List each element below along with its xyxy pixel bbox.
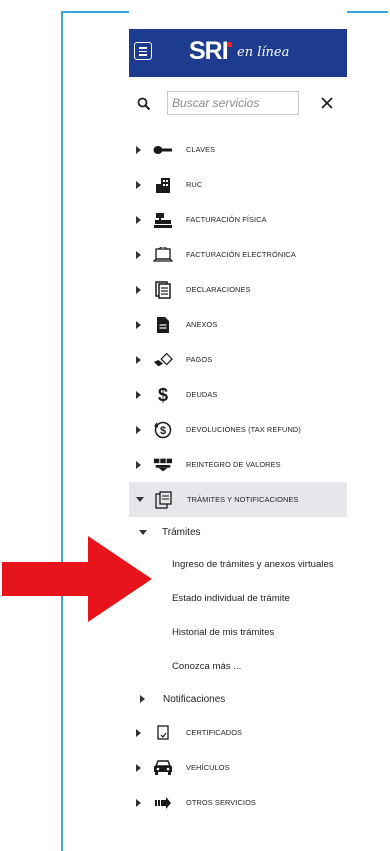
- header-bar: SRI en línea: [129, 29, 347, 77]
- hand-card-icon: [153, 351, 173, 369]
- logo-main: SRI: [189, 37, 229, 65]
- caret-right-icon: [136, 215, 141, 224]
- caret-right-icon: [136, 460, 141, 469]
- menu-item-label: CERTIFICADOS: [186, 728, 243, 737]
- dollar-circle-icon: $: [153, 421, 173, 439]
- menu-item-label: CLAVES: [186, 145, 216, 154]
- side-menu-panel: SRI en línea CLAVES RUC: [129, 0, 347, 837]
- search-row: [129, 88, 347, 122]
- caret-right-icon: [136, 180, 141, 189]
- link-conozca-mas[interactable]: Conozca más ...: [129, 649, 347, 683]
- menu-item-label: FACTURACIÓN ELECTRÓNICA: [186, 250, 296, 259]
- menu-item-devoluciones[interactable]: $ DEVOLUCIONES (TAX REFUND): [129, 412, 347, 447]
- logo-dot: [226, 42, 232, 47]
- submenu-label: Trámites: [162, 526, 201, 538]
- menu-item-label: DEVOLUCIONES (TAX REFUND): [186, 425, 301, 434]
- services-menu: CLAVES RUC FACTURACIÓN FÍSICA FACTURACIÓ…: [129, 132, 347, 820]
- menu-item-label: PAGOS: [186, 355, 213, 364]
- menu-item-facturacion-fisica[interactable]: FACTURACIÓN FÍSICA: [129, 202, 347, 237]
- menu-item-label: DECLARACIONES: [186, 285, 251, 294]
- menu-item-reintegro-valores[interactable]: REINTEGRO DE VALORES: [129, 447, 347, 482]
- caret-right-icon: [136, 425, 141, 434]
- caret-right-icon: [136, 355, 141, 364]
- menu-item-certificados[interactable]: CERTIFICADOS: [129, 715, 347, 750]
- hamburger-icon[interactable]: [134, 42, 152, 60]
- menu-item-deudas[interactable]: $ DEUDAS: [129, 377, 347, 412]
- menu-item-label: ANEXOS: [186, 320, 218, 329]
- menu-item-anexos[interactable]: ANEXOS: [129, 307, 347, 342]
- key-icon: [153, 141, 173, 159]
- submenu-tramites: Trámites Ingreso de trámites y anexos vi…: [129, 517, 347, 715]
- cash-register-icon: [153, 211, 173, 229]
- svg-text:$: $: [158, 385, 168, 405]
- link-historial-tramites[interactable]: Historial de mis trámites: [129, 615, 347, 649]
- certificate-icon: [153, 724, 173, 742]
- caret-right-icon: [136, 763, 141, 772]
- search-input[interactable]: [167, 91, 299, 115]
- menu-item-claves[interactable]: CLAVES: [129, 132, 347, 167]
- caret-right-icon: [140, 695, 145, 703]
- annotation-arrow-icon: [2, 536, 152, 622]
- caret-right-icon: [136, 390, 141, 399]
- link-estado-tramite[interactable]: Estado individual de trámite: [129, 581, 347, 615]
- link-ingreso-tramites[interactable]: Ingreso de trámites y anexos virtuales: [129, 547, 347, 581]
- cash-icon: [153, 456, 173, 474]
- dollar-icon: $: [153, 385, 173, 405]
- menu-item-label: FACTURACIÓN FÍSICA: [186, 215, 267, 224]
- submenu-label: Notificaciones: [163, 693, 226, 705]
- menu-item-ruc[interactable]: RUC: [129, 167, 347, 202]
- documents-icon: [153, 280, 173, 299]
- submenu-notificaciones-header[interactable]: Notificaciones: [129, 683, 347, 715]
- file-icon: [153, 316, 173, 334]
- menu-item-otros-servicios[interactable]: OTROS SERVICIOS: [129, 785, 347, 820]
- menu-item-facturacion-electronica[interactable]: FACTURACIÓN ELECTRÓNICA: [129, 237, 347, 272]
- caret-right-icon: [136, 145, 141, 154]
- logo[interactable]: SRI: [189, 39, 233, 64]
- menu-item-label: OTROS SERVICIOS: [186, 798, 256, 807]
- building-icon: [153, 176, 173, 194]
- caret-right-icon: [136, 798, 141, 807]
- caret-right-icon: [136, 320, 141, 329]
- logo-subtitle: en línea: [237, 45, 290, 60]
- close-icon[interactable]: [319, 95, 335, 111]
- caret-right-icon: [136, 250, 141, 259]
- menu-item-vehiculos[interactable]: VEHÍCULOS: [129, 750, 347, 785]
- search-icon[interactable]: [137, 97, 151, 111]
- laptop-icon: [153, 246, 173, 264]
- menu-item-label: TRÁMITES Y NOTIFICACIONES: [187, 495, 299, 504]
- menu-item-label: REINTEGRO DE VALORES: [186, 460, 281, 469]
- caret-down-icon: [136, 497, 144, 502]
- caret-right-icon: [136, 728, 141, 737]
- menu-item-pagos[interactable]: PAGOS: [129, 342, 347, 377]
- menu-item-tramites-notificaciones[interactable]: TRÁMITES Y NOTIFICACIONES: [129, 482, 347, 517]
- car-icon: [153, 759, 173, 777]
- menu-item-label: VEHÍCULOS: [186, 763, 230, 772]
- caret-right-icon: [136, 285, 141, 294]
- menu-item-label: DEUDAS: [186, 390, 218, 399]
- submenu-tramites-header[interactable]: Trámites: [129, 517, 347, 547]
- notification-doc-icon: [154, 490, 174, 509]
- menu-item-label: RUC: [186, 180, 203, 189]
- menu-item-declaraciones[interactable]: DECLARACIONES: [129, 272, 347, 307]
- arrow-right-icon: [153, 794, 173, 812]
- svg-text:$: $: [160, 425, 166, 437]
